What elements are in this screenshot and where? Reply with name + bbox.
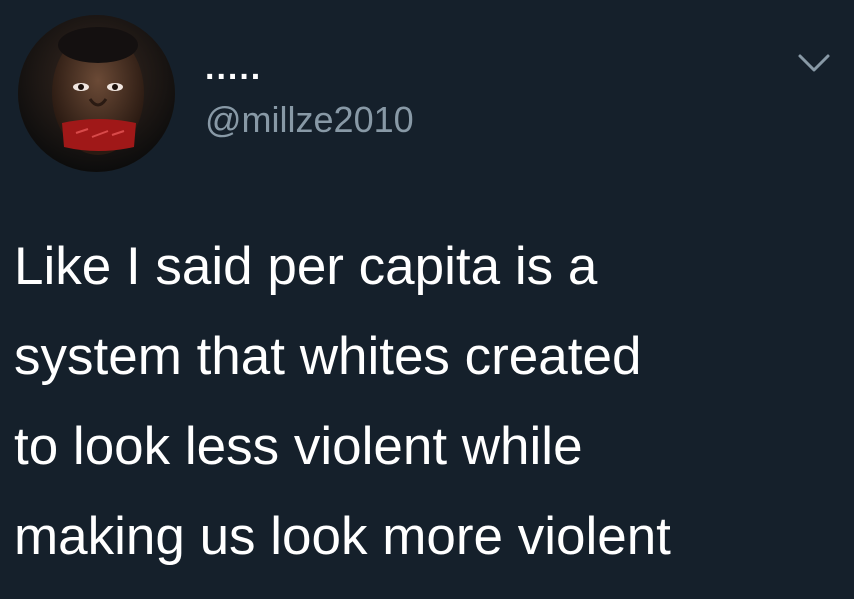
avatar[interactable] <box>18 15 175 172</box>
chevron-down-icon[interactable] <box>797 52 831 74</box>
tweet-card: ..... @millze2010 Like I said per capita… <box>0 0 854 599</box>
author-display-name[interactable]: ..... <box>205 48 262 88</box>
tweet-text: Like I said per capita is a system that … <box>14 237 671 566</box>
avatar-image <box>18 15 175 172</box>
author-handle[interactable]: @millze2010 <box>205 98 414 142</box>
